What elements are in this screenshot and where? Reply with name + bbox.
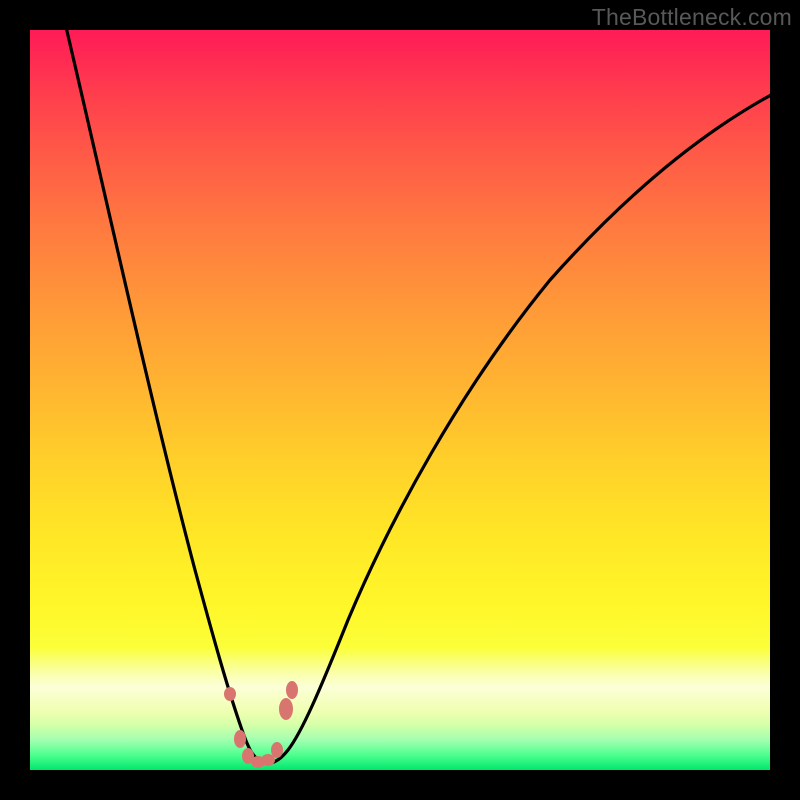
- chart-plot-area: [30, 30, 770, 770]
- watermark-text: TheBottleneck.com: [592, 4, 792, 31]
- curve-markers: [224, 681, 298, 768]
- curve-layer: [30, 30, 770, 770]
- bottleneck-curve-path: [62, 30, 770, 763]
